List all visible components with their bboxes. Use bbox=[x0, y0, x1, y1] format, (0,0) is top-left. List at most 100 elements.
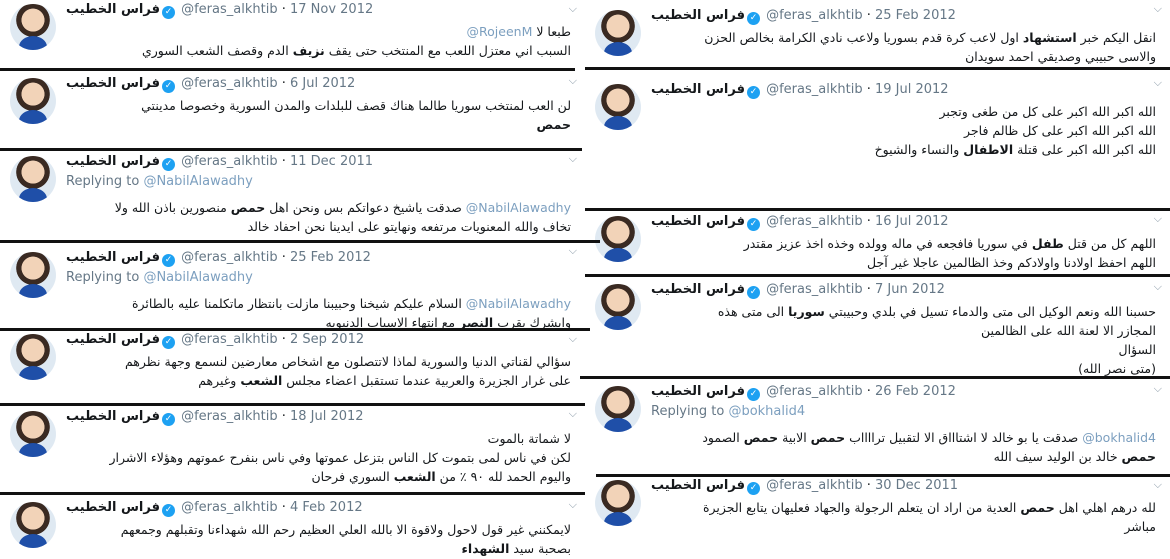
avatar[interactable] bbox=[595, 480, 641, 526]
tweet-date[interactable]: 17 Nov 2012 bbox=[290, 2, 373, 17]
tweet-date[interactable]: 7 Jun 2012 bbox=[875, 282, 945, 297]
author-name[interactable]: فراس الخطيب bbox=[66, 76, 160, 91]
tweet-text-line: سؤالي لقناتي الدنيا والسورية لماذا لاتتص… bbox=[60, 352, 571, 371]
avatar[interactable] bbox=[595, 386, 641, 432]
author-handle[interactable]: @feras_alkhtib bbox=[181, 2, 277, 17]
avatar[interactable] bbox=[10, 502, 56, 548]
tweet-header: فراس الخطيب ✓ @feras_alkhtib · 19 Jul 201… bbox=[651, 82, 949, 99]
tweet-date[interactable]: 26 Feb 2012 bbox=[875, 384, 956, 399]
chevron-down-icon[interactable]: ⌵ bbox=[569, 74, 577, 88]
author-name[interactable]: فراس الخطيب bbox=[66, 500, 160, 515]
mention-link[interactable]: @bokhalid4 bbox=[1082, 430, 1156, 445]
avatar[interactable] bbox=[10, 334, 56, 380]
author-handle[interactable]: @feras_alkhtib bbox=[181, 500, 277, 515]
author-handle[interactable]: @feras_alkhtib bbox=[766, 282, 862, 297]
avatar[interactable] bbox=[10, 156, 56, 202]
tweet-header: فراس الخطيب ✓ @feras_alkhtib · 17 Nov 201… bbox=[66, 2, 374, 19]
tweet-date[interactable]: 25 Feb 2012 bbox=[875, 8, 956, 23]
author-name[interactable]: فراس الخطيب bbox=[651, 82, 745, 97]
tweet-date[interactable]: 11 Dec 2011 bbox=[290, 154, 373, 169]
tweet-text: لله درهم اهلي اهل حمص العدية من اراد ان … bbox=[645, 498, 1156, 536]
tweet-header: فراس الخطيب ✓ @feras_alkhtib · 2 Sep 2012 bbox=[66, 332, 365, 349]
author-name[interactable]: فراس الخطيب bbox=[651, 214, 745, 229]
verified-badge-icon: ✓ bbox=[746, 86, 760, 99]
tweet-date[interactable]: 25 Feb 2012 bbox=[290, 250, 371, 265]
author-handle[interactable]: @feras_alkhtib bbox=[181, 154, 277, 169]
text-segment: الابية bbox=[778, 430, 811, 445]
author-handle[interactable]: @feras_alkhtib bbox=[181, 250, 277, 265]
author-name[interactable]: فراس الخطيب bbox=[66, 409, 160, 424]
avatar[interactable] bbox=[595, 10, 641, 56]
chevron-down-icon[interactable]: ⌵ bbox=[569, 2, 577, 16]
author-name[interactable]: فراس الخطيب bbox=[651, 384, 745, 399]
author-name[interactable]: فراس الخطيب bbox=[651, 282, 745, 297]
avatar[interactable] bbox=[10, 411, 56, 457]
author-name[interactable]: فراس الخطيب bbox=[66, 332, 160, 347]
tweet-text-line: لن العب لمنتخب سوريا طالما هناك قصف للبل… bbox=[60, 96, 571, 115]
replying-to: Replying to @NabilAlawadhy bbox=[66, 174, 253, 189]
author-handle[interactable]: @feras_alkhtib bbox=[766, 384, 862, 399]
avatar[interactable] bbox=[595, 216, 641, 262]
mention-link[interactable]: @NabilAlawadhy bbox=[466, 200, 571, 215]
chevron-down-icon[interactable]: ⌵ bbox=[1154, 2, 1162, 16]
tweet-text-line: @NabilAlawadhy صدقت ياشيخ دعواتكم بس ونح… bbox=[60, 198, 571, 217]
author-handle[interactable]: @feras_alkhtib bbox=[766, 478, 862, 493]
avatar[interactable] bbox=[595, 84, 641, 130]
text-segment: والنساء والشيوخ bbox=[874, 142, 964, 157]
avatar[interactable] bbox=[10, 252, 56, 298]
chevron-down-icon[interactable]: ⌵ bbox=[1154, 478, 1162, 492]
tweet-date[interactable]: 18 Jul 2012 bbox=[290, 409, 364, 424]
replying-to-label: Replying to bbox=[66, 270, 140, 285]
chevron-down-icon[interactable]: ⌵ bbox=[1154, 382, 1162, 396]
text-segment: لكن في ناس لمى بتموت كل الناس بتزعل عموت… bbox=[109, 450, 571, 465]
replying-to-link[interactable]: @NabilAlawadhy bbox=[143, 270, 252, 285]
chevron-down-icon[interactable]: ⌵ bbox=[1154, 280, 1162, 294]
text-segment: الله اكبر الله اكبر على كل ظالم فاجر bbox=[964, 123, 1156, 138]
tweet-text: طبعا لا @RojeenM السبب اني معتزل اللعب مع… bbox=[60, 22, 571, 60]
tweet-text: حسبنا الله ونعم الوكيل الى متى والدماء ت… bbox=[645, 302, 1156, 378]
mention-link[interactable]: @NabilAlawadhy bbox=[466, 296, 571, 311]
author-handle[interactable]: @feras_alkhtib bbox=[181, 332, 277, 347]
highlighted-word: الاطفال bbox=[963, 142, 1014, 157]
avatar[interactable] bbox=[595, 284, 641, 330]
avatar[interactable] bbox=[10, 4, 56, 50]
author-name[interactable]: فراس الخطيب bbox=[66, 154, 160, 169]
chevron-down-icon[interactable]: ⌵ bbox=[1154, 212, 1162, 226]
author-handle[interactable]: @feras_alkhtib bbox=[766, 214, 862, 229]
tweet-text-line: اللهم كل من قتل طفل في سوريا فافجعه في م… bbox=[645, 234, 1156, 253]
tweet-date[interactable]: 6 Jul 2012 bbox=[290, 76, 355, 91]
author-name[interactable]: فراس الخطيب bbox=[651, 8, 745, 23]
avatar[interactable] bbox=[10, 78, 56, 124]
author-handle[interactable]: @feras_alkhtib bbox=[181, 409, 277, 424]
author-handle[interactable]: @feras_alkhtib bbox=[181, 76, 277, 91]
tweet-text-line: الله اكبر الله اكبر على كل ظالم فاجر bbox=[645, 121, 1156, 140]
tweet-card: فراس الخطيب ✓ @feras_alkhtib · 6 Jul 2012… bbox=[0, 72, 585, 148]
author-handle[interactable]: @feras_alkhtib bbox=[766, 8, 862, 23]
chevron-down-icon[interactable]: ⌵ bbox=[1154, 76, 1162, 90]
tweet-date[interactable]: 19 Jul 2012 bbox=[875, 82, 949, 97]
author-handle[interactable]: @feras_alkhtib bbox=[766, 82, 862, 97]
replying-to-label: Replying to bbox=[66, 174, 140, 189]
replying-to-link[interactable]: @bokhalid4 bbox=[728, 404, 805, 419]
tweet-date[interactable]: 30 Dec 2011 bbox=[875, 478, 958, 493]
text-segment: السؤال bbox=[1118, 342, 1156, 357]
text-segment: واليوم الحمد لله ٩٠ ٪ من bbox=[435, 469, 571, 484]
chevron-down-icon[interactable]: ⌵ bbox=[569, 244, 577, 258]
chevron-down-icon[interactable]: ⌵ bbox=[569, 152, 577, 166]
tweet-text: لايمكنني غير قول لاحول ولاقوة الا بالله … bbox=[60, 520, 571, 558]
chevron-down-icon[interactable]: ⌵ bbox=[569, 498, 577, 512]
verified-badge-icon: ✓ bbox=[161, 80, 175, 93]
tweet-date[interactable]: 16 Jul 2012 bbox=[875, 214, 949, 229]
chevron-down-icon[interactable]: ⌵ bbox=[569, 407, 577, 421]
tweet-text: سؤالي لقناتي الدنيا والسورية لماذا لاتتص… bbox=[60, 352, 571, 390]
author-name[interactable]: فراس الخطيب bbox=[66, 2, 160, 17]
replying-to-link[interactable]: @NabilAlawadhy bbox=[143, 174, 252, 189]
tweet-date[interactable]: 2 Sep 2012 bbox=[290, 332, 364, 347]
tweet-date[interactable]: 4 Feb 2012 bbox=[290, 500, 363, 515]
author-name[interactable]: فراس الخطيب bbox=[651, 478, 745, 493]
verified-badge-icon: ✓ bbox=[746, 482, 760, 495]
mention-link[interactable]: @RojeenM bbox=[467, 24, 533, 39]
chevron-down-icon[interactable]: ⌵ bbox=[569, 332, 577, 346]
author-name[interactable]: فراس الخطيب bbox=[66, 250, 160, 265]
text-segment: منصورين باذن الله ولا bbox=[114, 200, 231, 215]
